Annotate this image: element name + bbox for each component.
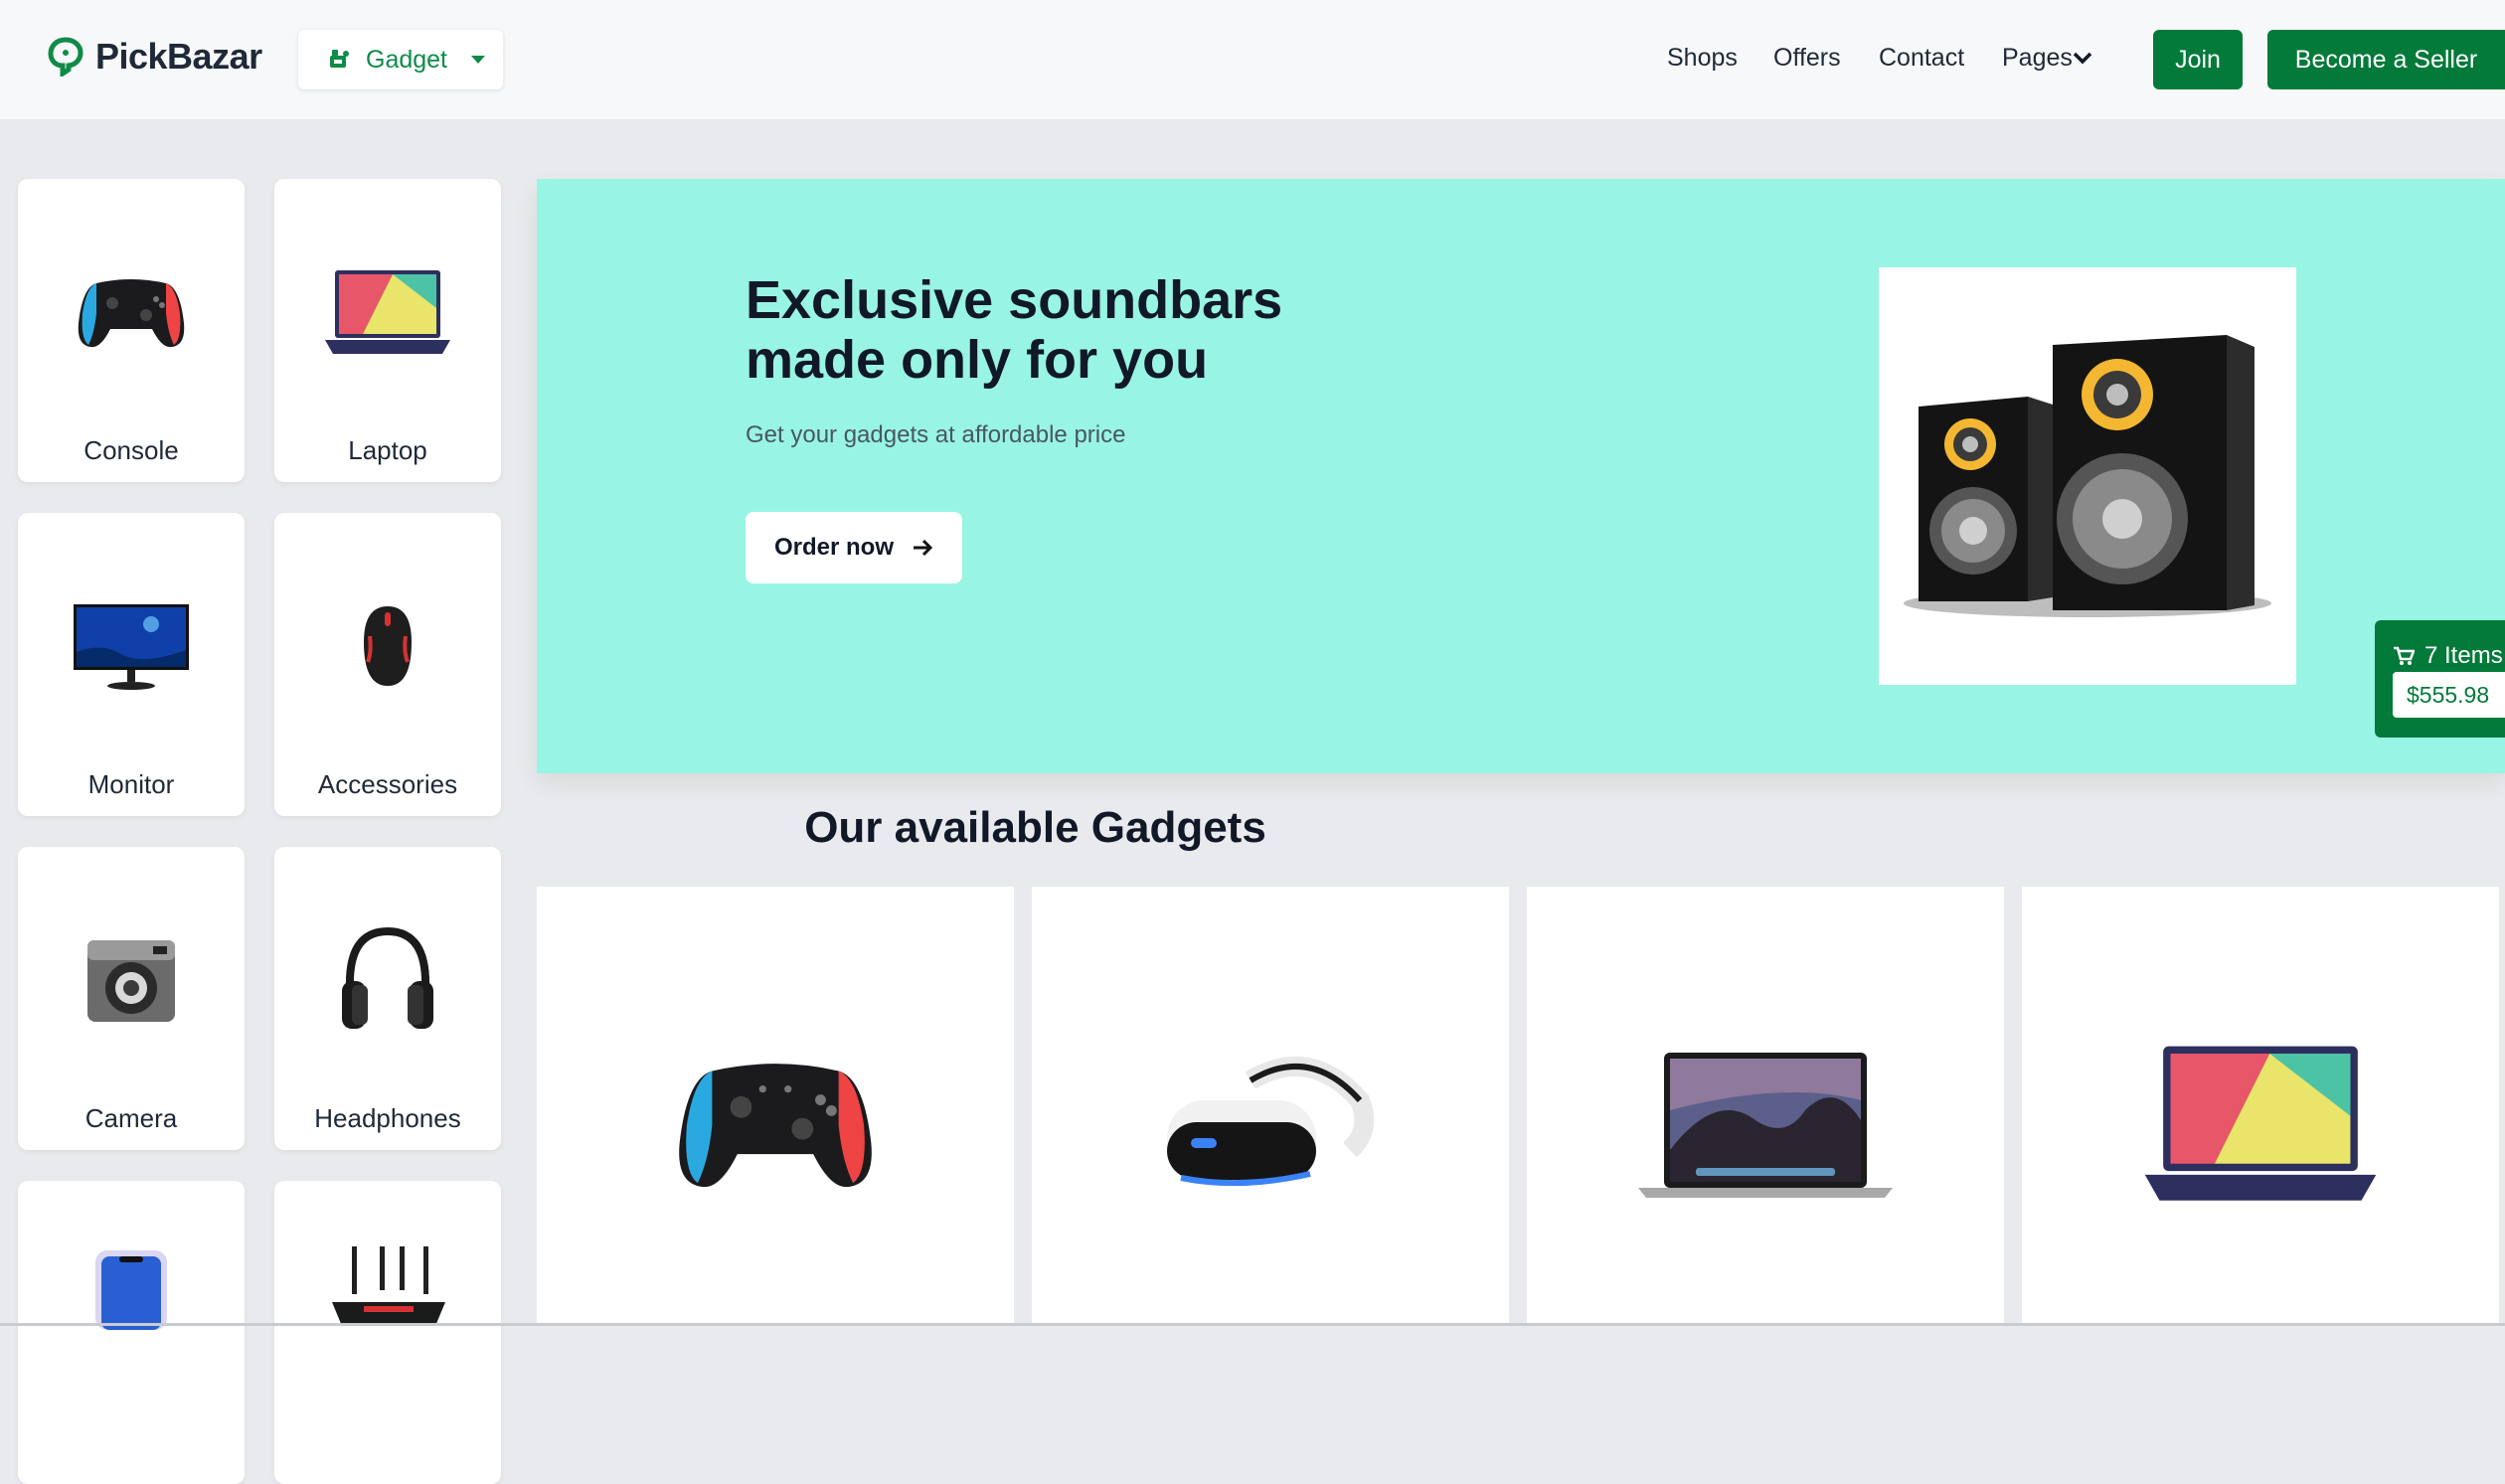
macbook-icon xyxy=(1638,1053,1893,1198)
category-router[interactable] xyxy=(274,1181,501,1484)
banner-title-line2: made only for you xyxy=(746,330,1209,390)
banner-title-line1: Exclusive soundbars xyxy=(746,270,1283,330)
category-monitor[interactable]: Monitor xyxy=(18,513,245,816)
cart-items-label: 7 Items xyxy=(2424,642,2503,669)
logo-icon xyxy=(48,37,84,77)
cart-count: 7 Items xyxy=(2393,642,2503,670)
nav-offers[interactable]: Offers xyxy=(1773,44,1841,73)
nav-contact[interactable]: Contact xyxy=(1879,44,1964,73)
product-card[interactable] xyxy=(2022,887,2499,1326)
order-now-button[interactable]: Order now xyxy=(746,512,962,583)
category-label: Accessories xyxy=(317,769,458,799)
nav-pages[interactable]: Pages xyxy=(2002,44,2092,73)
banner-subtitle: Get your gadgets at affordable price xyxy=(746,421,1126,448)
hero-banner: Exclusive soundbars made only for you Ge… xyxy=(537,179,2505,773)
category-accessories[interactable]: Accessories xyxy=(274,513,501,816)
order-now-label: Order now xyxy=(773,534,894,561)
nav-shops[interactable]: Shops xyxy=(1667,44,1738,73)
banner-image xyxy=(1879,267,2296,685)
cart-total: $555.98 xyxy=(2393,672,2505,718)
monitor-icon xyxy=(74,604,189,690)
section-title: Our available Gadgets xyxy=(804,803,1266,852)
become-seller-button[interactable]: Become a Seller xyxy=(2267,30,2505,89)
category-label: Laptop xyxy=(348,435,427,465)
headphones-icon xyxy=(342,926,433,1029)
caret-down-icon xyxy=(471,56,486,64)
cart-summary-button[interactable]: 7 Items $555.98 xyxy=(2375,620,2505,738)
banner-title: Exclusive soundbars made only for you xyxy=(746,270,1441,390)
brand-name: PickBazar xyxy=(95,36,262,77)
category-label: Camera xyxy=(84,1103,178,1133)
mouse-icon xyxy=(364,606,412,686)
gadget-icon xyxy=(330,50,349,68)
logo[interactable]: PickBazar xyxy=(48,36,262,78)
category-camera[interactable]: Camera xyxy=(18,847,245,1150)
category-console[interactable]: Console xyxy=(18,179,245,482)
vr-headset-icon xyxy=(1167,1056,1375,1187)
laptop-icon xyxy=(325,270,450,354)
camera-icon xyxy=(87,940,175,1022)
chevron-down-icon xyxy=(2073,52,2092,65)
product-card[interactable] xyxy=(1032,887,1509,1326)
shop-type-label: Gadget xyxy=(366,45,448,74)
site-header: PickBazar Gadget Shops Offers Contact Pa… xyxy=(0,0,2505,119)
phone-icon xyxy=(95,1250,167,1330)
speakers-icon xyxy=(1904,335,2271,617)
product-card[interactable] xyxy=(1527,887,2004,1326)
gamepad-icon xyxy=(679,1064,872,1188)
arrow-right-icon xyxy=(914,539,933,557)
category-laptop[interactable]: Laptop xyxy=(274,179,501,482)
laptop-icon xyxy=(2144,1046,2377,1201)
gamepad-icon xyxy=(78,279,185,348)
category-label: Monitor xyxy=(87,769,175,799)
category-label: Console xyxy=(84,435,179,465)
category-headphones[interactable]: Headphones xyxy=(274,847,501,1150)
shop-type-dropdown[interactable]: Gadget xyxy=(298,30,503,89)
router-icon xyxy=(332,1246,445,1326)
category-phone[interactable] xyxy=(18,1181,245,1484)
category-label: Headphones xyxy=(314,1103,461,1133)
nav-pages-label: Pages xyxy=(2002,44,2073,72)
cart-icon xyxy=(2394,646,2415,665)
product-card[interactable] xyxy=(537,887,1014,1326)
join-button[interactable]: Join xyxy=(2153,30,2243,89)
